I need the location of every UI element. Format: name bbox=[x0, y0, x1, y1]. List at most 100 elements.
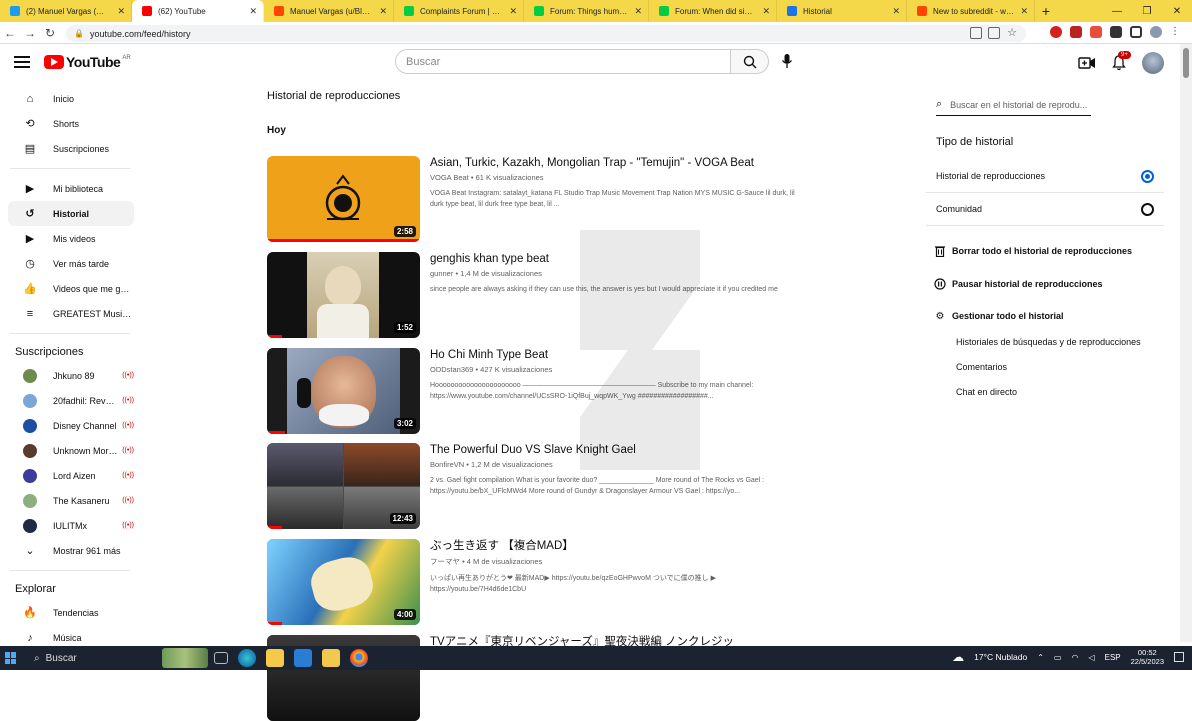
address-bar[interactable]: 🔒 youtube.com/feed/history ☆ bbox=[66, 25, 1026, 42]
radio-unselected[interactable] bbox=[1141, 202, 1154, 216]
subscription-item[interactable]: 20fadhil: Revolut... ((•)) bbox=[8, 388, 134, 413]
video-title[interactable]: Ho Chi Minh Type Beat bbox=[430, 348, 800, 363]
show-more-button[interactable]: ⌄ Mostrar 961 más bbox=[8, 538, 134, 563]
video-item[interactable]: 3:02 Ho Chi Minh Type Beat ODDstan369 • 42… bbox=[267, 348, 827, 434]
restore-icon[interactable]: ❐ bbox=[1132, 0, 1162, 22]
browser-tab[interactable]: New to subreddit - what a... ✕ bbox=[907, 0, 1035, 22]
video-title[interactable]: ぶっ生き返す 【複合MAD】 bbox=[430, 539, 800, 554]
notification-center-icon[interactable] bbox=[1174, 652, 1184, 662]
channel-name[interactable]: ODDstan369 bbox=[430, 365, 473, 374]
video-item[interactable]: 1:52 genghis khan type beat gunner • 1,4 M… bbox=[267, 252, 827, 338]
new-tab-icon[interactable]: + bbox=[1035, 0, 1057, 22]
manage-history-button[interactable]: ⚙ Gestionar todo el historial bbox=[934, 306, 1064, 326]
minimize-icon[interactable]: — bbox=[1102, 0, 1132, 22]
subscription-item[interactable]: Lord Aizen ((•)) bbox=[8, 463, 134, 488]
sidebar-item-suscripciones[interactable]: ▤ Suscripciones bbox=[8, 136, 134, 161]
sidebar-item-library-2[interactable]: ▶ Mis videos bbox=[8, 226, 134, 251]
video-thumbnail[interactable]: 2:58 bbox=[267, 156, 420, 242]
taskbar-widget-image[interactable] bbox=[162, 648, 208, 668]
close-icon[interactable]: ✕ bbox=[762, 6, 770, 17]
clock[interactable]: 00:52 22/5/2023 bbox=[1131, 648, 1164, 666]
extension-badge-icon[interactable] bbox=[1070, 26, 1082, 38]
forward-icon[interactable]: → bbox=[20, 26, 40, 40]
close-icon[interactable]: ✕ bbox=[249, 6, 257, 17]
store-icon[interactable] bbox=[322, 649, 340, 667]
sidepanel-icon[interactable] bbox=[1130, 26, 1142, 38]
bookmark-star-icon[interactable]: ☆ bbox=[1006, 27, 1018, 39]
weather-text[interactable]: 17°C Nublado bbox=[974, 652, 1027, 662]
sidebar-item-explore-0[interactable]: 🔥 Tendencias bbox=[8, 600, 134, 625]
history-type-option-watch[interactable]: Historial de reproducciones bbox=[926, 160, 1164, 193]
subscription-item[interactable]: Disney Channel ((•)) bbox=[8, 413, 134, 438]
language-indicator[interactable]: ESP bbox=[1105, 653, 1121, 662]
video-item[interactable]: 4:00 ぶっ生き返す 【複合MAD】 フーマヤ • 4 M de visualiz… bbox=[267, 539, 827, 625]
network-icon[interactable]: ▭ bbox=[1054, 653, 1062, 662]
edge-icon[interactable] bbox=[238, 649, 256, 667]
video-thumbnail[interactable]: 1:52 bbox=[267, 252, 420, 338]
browser-tab[interactable]: Complaints Forum | Devia... ✕ bbox=[394, 0, 524, 22]
puzzle-icon[interactable] bbox=[1110, 26, 1122, 38]
create-video-icon[interactable] bbox=[1078, 56, 1096, 70]
back-icon[interactable]: ← bbox=[0, 26, 20, 40]
extension-crimson-icon[interactable] bbox=[1090, 26, 1102, 38]
scrollbar-thumb[interactable] bbox=[1183, 48, 1189, 78]
comments-link[interactable]: Comentarios bbox=[956, 362, 1007, 372]
close-icon[interactable]: ✕ bbox=[892, 6, 900, 17]
history-type-option-community[interactable]: Comunidad bbox=[926, 193, 1164, 226]
history-search-input[interactable]: ⌕ Buscar en el historial de reprodu... bbox=[936, 94, 1091, 116]
sidebar-item-library-5[interactable]: ≡ GREATEST Music o... bbox=[8, 301, 134, 326]
live-chat-link[interactable]: Chat en directo bbox=[956, 387, 1017, 397]
wifi-icon[interactable]: ◠ bbox=[1071, 653, 1078, 662]
volume-icon[interactable]: ◁ bbox=[1088, 653, 1094, 662]
close-icon[interactable]: ✕ bbox=[1020, 6, 1028, 17]
clear-history-button[interactable]: Borrar todo el historial de reproduccion… bbox=[934, 241, 1132, 261]
browser-tab[interactable]: Manuel Vargas (u/BlackPa... ✕ bbox=[264, 0, 394, 22]
subscription-item[interactable]: IULITMx ((•)) bbox=[8, 513, 134, 538]
close-icon[interactable]: ✕ bbox=[379, 6, 387, 17]
install-icon[interactable] bbox=[970, 27, 982, 39]
sidebar-item-library-3[interactable]: ◷ Ver más tarde bbox=[8, 251, 134, 276]
close-window-icon[interactable]: ✕ bbox=[1162, 0, 1192, 22]
browser-tab[interactable]: (2) Manuel Vargas (@Man... ✕ bbox=[0, 0, 132, 22]
reload-icon[interactable]: ↻ bbox=[40, 26, 60, 40]
browser-tab[interactable]: Forum: When did sincerity... ✕ bbox=[649, 0, 777, 22]
share-icon[interactable] bbox=[988, 27, 1000, 39]
sidebar-item-library-0[interactable]: ▶ Mi biblioteca bbox=[8, 176, 134, 201]
browser-tab[interactable]: (62) YouTube ✕ bbox=[132, 0, 264, 22]
task-view-icon[interactable] bbox=[214, 652, 228, 664]
search-watch-history-link[interactable]: Historiales de búsquedas y de reproducci… bbox=[956, 337, 1141, 347]
channel-name[interactable]: BonfireVN bbox=[430, 460, 464, 469]
sidebar-item-library-4[interactable]: 👍 Videos que me gus... bbox=[8, 276, 134, 301]
close-icon[interactable]: ✕ bbox=[509, 6, 517, 17]
youtube-logo[interactable]: YouTube AR bbox=[44, 54, 131, 70]
video-thumbnail[interactable]: 12:43 bbox=[267, 443, 420, 529]
search-button[interactable] bbox=[731, 49, 769, 74]
video-item[interactable]: 12:43 The Powerful Duo VS Slave Knight Ga… bbox=[267, 443, 827, 529]
subscription-item[interactable]: Unknown Mortal ...((•)) bbox=[8, 438, 134, 463]
microphone-icon[interactable] bbox=[778, 52, 796, 70]
profile-icon[interactable] bbox=[1150, 26, 1162, 38]
browser-tab[interactable]: Historial ✕ bbox=[777, 0, 907, 22]
close-icon[interactable]: ✕ bbox=[634, 6, 642, 17]
avatar[interactable] bbox=[1142, 52, 1164, 74]
extension-red-icon[interactable] bbox=[1050, 26, 1062, 38]
sidebar-item-library-1[interactable]: ↺ Historial bbox=[8, 201, 134, 226]
close-icon[interactable]: ✕ bbox=[117, 6, 125, 17]
menu-icon[interactable] bbox=[14, 56, 30, 68]
sidebar-item-shorts[interactable]: ⟲ Shorts bbox=[8, 111, 134, 136]
search-input[interactable]: Buscar bbox=[395, 49, 731, 74]
video-thumbnail[interactable]: 4:00 bbox=[267, 539, 420, 625]
chevron-up-icon[interactable]: ⌃ bbox=[1037, 653, 1044, 662]
subscription-item[interactable]: Jhkuno 89 ((•)) bbox=[8, 363, 134, 388]
video-title[interactable]: genghis khan type beat bbox=[430, 252, 800, 267]
video-thumbnail[interactable]: 3:02 bbox=[267, 348, 420, 434]
channel-name[interactable]: フーマヤ bbox=[430, 557, 460, 566]
windows-start-icon[interactable] bbox=[0, 646, 22, 670]
channel-name[interactable]: gunner bbox=[430, 269, 453, 278]
chrome-icon[interactable] bbox=[350, 649, 368, 667]
pause-history-button[interactable]: Pausar historial de reproducciones bbox=[934, 274, 1103, 294]
taskbar-search[interactable]: ⌕ Buscar bbox=[34, 653, 154, 664]
browser-tab[interactable]: Forum: Things humans wo... ✕ bbox=[524, 0, 649, 22]
video-title[interactable]: The Powerful Duo VS Slave Knight Gael bbox=[430, 443, 800, 458]
sidebar-item-inicio[interactable]: ⌂ Inicio bbox=[8, 86, 134, 111]
